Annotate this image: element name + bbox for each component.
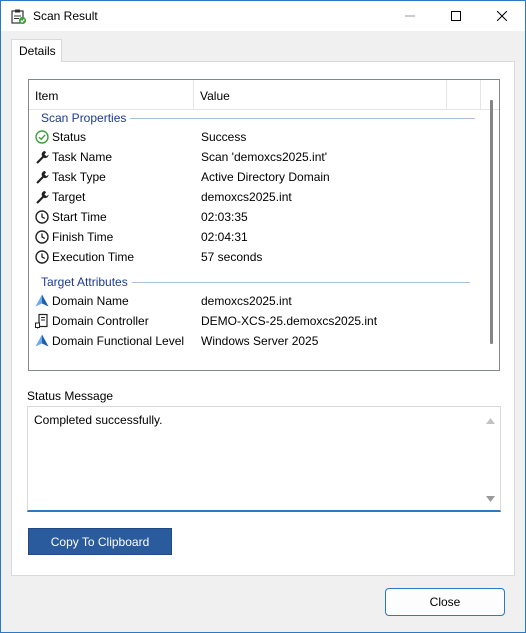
copy-to-clipboard-button[interactable]: Copy To Clipboard [28,528,172,555]
table-row[interactable]: Status Success [29,127,479,147]
table-row[interactable]: Task Name Scan 'demoxcs2025.int' [29,147,479,167]
table-row[interactable]: Domain Functional Level Windows Server 2… [29,331,479,351]
group-divider [130,117,476,119]
row-label: Start Time [52,210,107,224]
row-value: demoxcs2025.int [201,294,292,308]
table-row[interactable]: Domain Name demoxcs2025.int [29,291,479,311]
row-value: Success [201,130,247,144]
row-value: 02:03:35 [201,210,248,224]
group-scan-properties: Scan Properties [41,110,476,126]
table-row[interactable]: Execution Time 57 seconds [29,247,479,267]
row-label: Status [52,130,87,144]
row-value: 02:04:31 [201,230,248,244]
grid-scrollbar[interactable] [490,100,493,344]
row-value: DEMO-XCS-25.demoxcs2025.int [201,314,378,328]
clock-icon [34,249,50,265]
row-label: Execution Time [52,250,135,264]
status-message-field[interactable]: Completed successfully. [27,406,501,512]
domain-icon [34,333,50,349]
tab-label: Details [19,44,56,58]
clock-icon [34,229,50,245]
result-grid: Item Value Scan Properties Status Succes… [28,79,500,371]
minimize-button[interactable] [387,1,433,31]
scan-result-window: Scan Result Details Item Value Scan Prop… [0,0,526,633]
group-title: Scan Properties [41,111,127,125]
grid-header: Item Value [29,80,499,110]
table-row[interactable]: Task Type Active Directory Domain [29,167,479,187]
tab-details[interactable]: Details [11,39,62,62]
minimize-icon [405,15,415,17]
wrench-icon [34,169,50,185]
group-title: Target Attributes [41,275,128,289]
window-title: Scan Result [33,9,98,23]
server-icon [34,313,50,329]
domain-icon [34,293,50,309]
group-divider [131,281,470,283]
column-header-empty [447,80,481,110]
close-icon [497,11,507,21]
maximize-icon [451,11,461,21]
row-value: Scan 'demoxcs2025.int' [201,150,327,164]
table-row[interactable]: Target demoxcs2025.int [29,187,479,207]
maximize-button[interactable] [433,1,479,31]
window-close-button[interactable] [479,1,525,31]
scan-result-icon [10,8,27,25]
row-value: Windows Server 2025 [201,334,319,348]
row-label: Domain Functional Level [52,334,185,348]
status-message-text: Completed successfully. [34,413,163,427]
row-value: demoxcs2025.int [201,190,292,204]
wrench-icon [34,189,50,205]
scroll-up-arrow-icon[interactable] [486,413,495,427]
row-label: Domain Controller [52,314,149,328]
close-button[interactable]: Close [385,588,505,616]
column-header-value[interactable]: Value [194,80,447,110]
group-target-attributes: Target Attributes [41,274,470,290]
row-label: Domain Name [52,294,129,308]
column-header-item[interactable]: Item [29,80,194,110]
row-value: Active Directory Domain [201,170,330,184]
check-circle-icon [34,129,50,145]
scroll-down-arrow-icon[interactable] [486,491,495,505]
row-label: Task Type [52,170,106,184]
status-message-label: Status Message [27,389,114,403]
table-row[interactable]: Finish Time 02:04:31 [29,227,479,247]
table-row[interactable]: Domain Controller DEMO-XCS-25.demoxcs202… [29,311,479,331]
row-label: Finish Time [52,230,114,244]
title-bar: Scan Result [1,1,525,31]
row-label: Task Name [52,150,113,164]
table-row[interactable]: Start Time 02:03:35 [29,207,479,227]
wrench-icon [34,149,50,165]
row-label: Target [52,190,86,204]
clock-icon [34,209,50,225]
row-value: 57 seconds [201,250,263,264]
